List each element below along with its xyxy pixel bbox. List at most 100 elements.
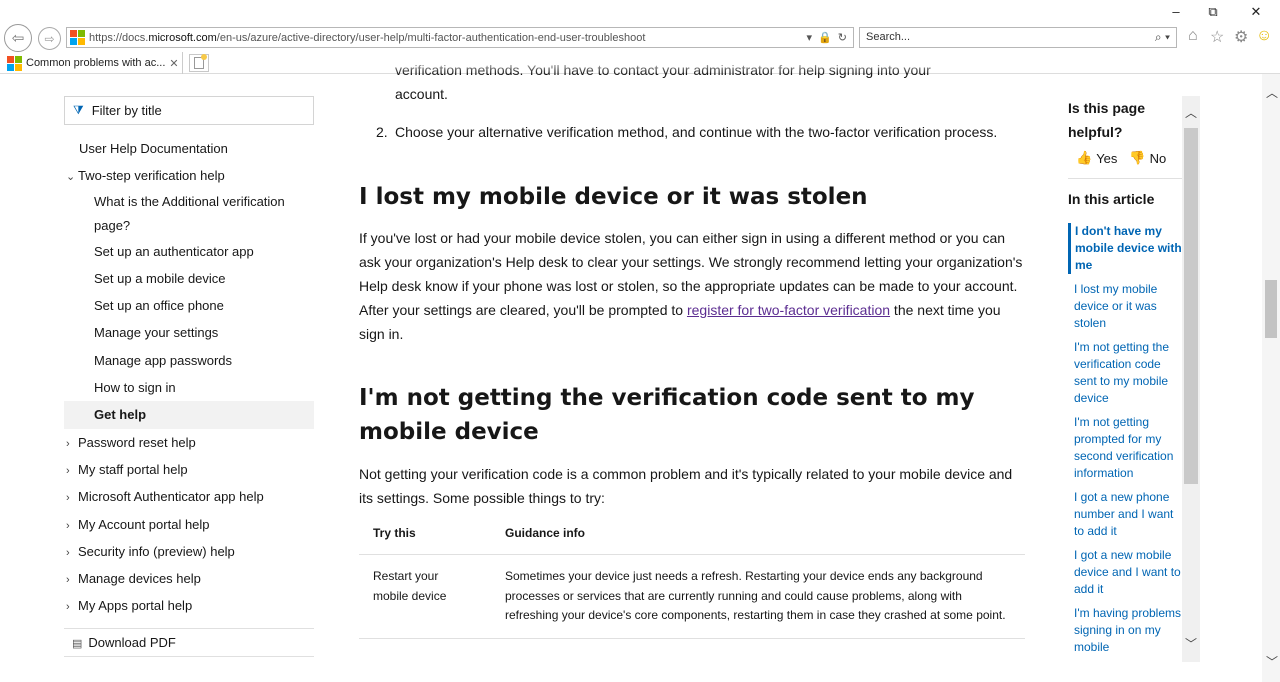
- table-header-guidance: Guidance info: [491, 518, 1025, 555]
- toc-item-mobile-device[interactable]: Set up a mobile device: [64, 265, 314, 292]
- favorites-star-icon[interactable]: ☆: [1210, 27, 1224, 47]
- toc-item-authenticator-app[interactable]: Set up an authenticator app: [64, 238, 314, 265]
- table-row: Restart your mobile device Sometimes you…: [359, 554, 1025, 639]
- rail-scrollbar[interactable]: ︿ ﹀: [1182, 96, 1200, 662]
- article-toc-link[interactable]: I'm not getting prompted for my second v…: [1068, 414, 1185, 482]
- paragraph-no-code: Not getting your verification code is a …: [359, 466, 1013, 506]
- cut-off-text-end: account.: [395, 86, 448, 102]
- toc-item-user-help[interactable]: User Help Documentation: [64, 135, 314, 162]
- toc-item-office-phone[interactable]: Set up an office phone: [64, 292, 314, 319]
- article-toc-link[interactable]: I got a new mobile device and I want to …: [1068, 547, 1185, 598]
- microsoft-logo-icon: [70, 30, 85, 45]
- tab-active[interactable]: Common problems with ac... ✕: [0, 52, 183, 74]
- filter-input[interactable]: ⧩ Filter by title: [64, 96, 314, 125]
- chevron-right-icon: ›: [66, 464, 70, 477]
- tab-strip: Common problems with ac... ✕: [0, 52, 209, 74]
- arrow-right-icon: ⇨: [44, 31, 55, 46]
- chevron-right-icon: ›: [66, 492, 70, 505]
- step-text: Choose your alternative verification met…: [395, 124, 998, 140]
- thumbs-up-icon: 👍: [1076, 150, 1093, 165]
- dropdown-icon[interactable]: ▾: [807, 31, 813, 44]
- toc-item-app-passwords[interactable]: Manage app passwords: [64, 347, 314, 374]
- no-label: No: [1149, 150, 1167, 166]
- chevron-right-icon: ›: [66, 601, 70, 614]
- home-icon[interactable]: ⌂: [1188, 27, 1198, 45]
- toc-label: Security info (preview) help: [78, 543, 235, 559]
- chevron-right-icon: ›: [66, 437, 70, 450]
- article-toc-link[interactable]: I'm not getting the verification code se…: [1068, 339, 1185, 407]
- new-tab-icon: [194, 54, 207, 69]
- toc-label: Two-step verification help: [78, 168, 225, 184]
- toc-item-my-apps[interactable]: › My Apps portal help: [64, 592, 314, 619]
- settings-gear-icon[interactable]: ⚙: [1234, 27, 1248, 47]
- toc-item-authenticator-help[interactable]: › Microsoft Authenticator app help: [64, 483, 314, 510]
- scroll-thumb[interactable]: [1265, 280, 1277, 338]
- table-header-row: Try this Guidance info: [359, 518, 1025, 555]
- article-toc-link[interactable]: I'm having problems signing in on my mob…: [1068, 605, 1185, 656]
- toc-item-my-account[interactable]: › My Account portal help: [64, 511, 314, 538]
- article-toc-link[interactable]: I got a new phone number and I want to a…: [1068, 489, 1185, 540]
- filter-icon: ⧩: [73, 103, 84, 117]
- address-bar[interactable]: https://docs.microsoft.com/en-us/azure/a…: [66, 27, 854, 48]
- toc-item-two-step[interactable]: ⌄ Two-step verification help: [64, 162, 314, 189]
- table-cell: Sometimes your device just needs a refre…: [491, 554, 1025, 639]
- helpful-question: Is this page helpful?: [1068, 100, 1146, 140]
- lock-icon[interactable]: 🔒: [818, 31, 832, 44]
- search-input[interactable]: Search... ⌕ ▾: [859, 27, 1177, 48]
- chevron-down-icon[interactable]: ﹀: [1266, 653, 1278, 670]
- tab-close-icon[interactable]: ✕: [169, 57, 178, 70]
- thumbs-down-icon: 👎: [1129, 150, 1146, 165]
- scroll-thumb[interactable]: [1184, 128, 1198, 484]
- step-item: 2. Choose your alternative verification m…: [359, 120, 1025, 144]
- search-icon[interactable]: ⌕ ▾: [1155, 30, 1170, 45]
- toc-item-password-reset[interactable]: › Password reset help: [64, 429, 314, 456]
- article-toc-link[interactable]: I lost my mobile device or it was stolen: [1068, 281, 1185, 332]
- forward-button[interactable]: ⇨: [38, 27, 61, 50]
- pdf-icon: ▤: [72, 637, 83, 650]
- toc-item-security-info[interactable]: › Security info (preview) help: [64, 538, 314, 565]
- toc-item-my-staff[interactable]: › My staff portal help: [64, 456, 314, 483]
- step-number: 2.: [376, 124, 388, 140]
- arrow-left-icon: ⇦: [11, 30, 25, 47]
- new-tab-button[interactable]: [189, 54, 209, 72]
- download-pdf-link[interactable]: ▤ Download PDF: [64, 627, 314, 657]
- toc-item-manage-devices[interactable]: › Manage devices help: [64, 565, 314, 592]
- in-this-article-heading: In this article: [1068, 191, 1155, 207]
- article-toc-link[interactable]: I don't have my mobile device with me: [1068, 223, 1185, 274]
- back-button[interactable]: ⇦: [4, 24, 32, 52]
- heading-lost-device: I lost my mobile device or it was stolen: [359, 184, 868, 210]
- paragraph-lost-device: If you've lost or had your mobile device…: [359, 226, 1025, 346]
- toc-item-get-help[interactable]: Get help: [64, 401, 314, 429]
- toc-list: User Help Documentation ⌄ Two-step verifi…: [64, 135, 314, 620]
- chevron-up-icon[interactable]: ︿: [1266, 84, 1278, 101]
- register-link[interactable]: register for two-factor verification: [687, 302, 890, 318]
- smiley-feedback-icon[interactable]: ☺: [1256, 27, 1272, 45]
- chevron-up-icon[interactable]: ︿: [1185, 104, 1197, 121]
- article-toc: I don't have my mobile device with me I …: [1068, 223, 1185, 656]
- minimize-icon[interactable]: –: [1166, 4, 1186, 19]
- url-text[interactable]: https://docs.microsoft.com/en-us/azure/a…: [89, 32, 807, 44]
- table-header-try: Try this: [359, 518, 491, 555]
- page-scrollbar[interactable]: ︿ ﹀: [1262, 74, 1280, 682]
- url-path: /en-us/azure/active-directory/user-help/…: [216, 31, 646, 44]
- toc-item-additional-verification[interactable]: What is the Additional verification page…: [64, 190, 314, 238]
- toc-item-manage-settings[interactable]: Manage your settings: [64, 319, 314, 346]
- download-pdf-label: Download PDF: [88, 634, 176, 650]
- toc-label: Manage devices help: [78, 571, 201, 587]
- article-content: verification methods. You'll have to con…: [359, 58, 1025, 639]
- toc-item-sign-in[interactable]: How to sign in: [64, 374, 314, 401]
- troubleshoot-table: Try this Guidance info Restart your mobi…: [359, 518, 1025, 639]
- chevron-down-icon: ⌄: [66, 171, 76, 184]
- refresh-icon[interactable]: ↻: [838, 31, 847, 44]
- maximize-icon[interactable]: ⧉: [1203, 4, 1223, 20]
- no-button[interactable]: 👎 No: [1129, 150, 1166, 166]
- url-prefix: https://docs.: [89, 31, 149, 44]
- close-window-icon[interactable]: ✕: [1246, 4, 1266, 20]
- chevron-down-icon[interactable]: ﹀: [1185, 635, 1197, 652]
- left-nav: ⧩ Filter by title User Help Documentatio…: [64, 96, 314, 657]
- table-cell: Restart your mobile device: [359, 554, 491, 639]
- url-domain: microsoft.com: [148, 31, 217, 44]
- microsoft-logo-icon: [7, 55, 22, 71]
- toc-label: My Account portal help: [78, 516, 210, 532]
- yes-button[interactable]: 👍 Yes: [1076, 150, 1117, 166]
